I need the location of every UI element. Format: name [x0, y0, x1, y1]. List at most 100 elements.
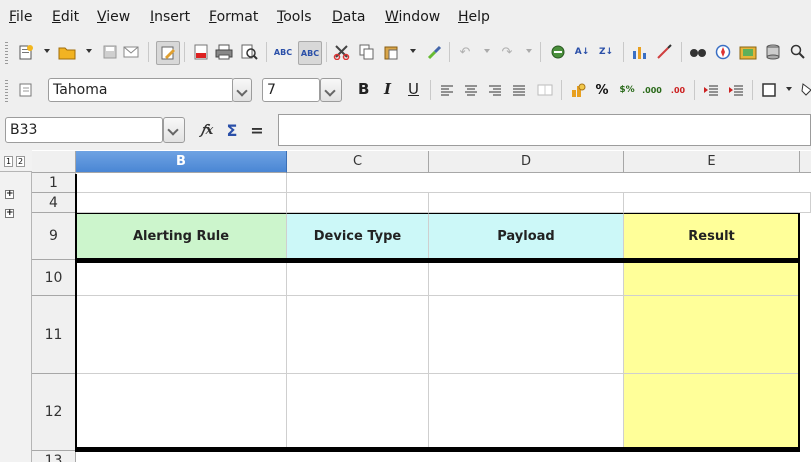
open-folder-icon[interactable] — [57, 42, 77, 62]
row-header-10[interactable]: 10 — [32, 260, 76, 296]
find-replace-icon[interactable] — [688, 42, 708, 62]
menu-view[interactable]: View — [97, 9, 130, 25]
add-decimal-place-icon[interactable]: .000 — [642, 80, 662, 100]
cell[interactable] — [429, 374, 624, 449]
italic-button[interactable]: I — [384, 80, 391, 98]
result-cell[interactable] — [624, 296, 800, 374]
font-name-dropdown-icon[interactable] — [232, 78, 252, 102]
save-icon[interactable] — [100, 42, 120, 62]
menu-tools[interactable]: Tools — [277, 9, 312, 25]
edit-mode-icon[interactable] — [156, 41, 180, 65]
toolbar-grip[interactable] — [5, 80, 8, 102]
function-equals-icon[interactable]: = — [247, 120, 267, 140]
cell[interactable] — [76, 173, 287, 193]
column-header-b[interactable]: B — [76, 151, 287, 173]
redo-dropdown-icon[interactable] — [526, 49, 532, 53]
sum-icon[interactable]: Σ — [222, 120, 242, 140]
styles-formatting-icon[interactable] — [16, 80, 36, 100]
outline-level-2-button[interactable]: 2 — [16, 156, 26, 167]
cell[interactable] — [429, 263, 624, 296]
cell[interactable] — [624, 193, 811, 213]
merge-cells-icon[interactable] — [535, 80, 555, 100]
decrease-indent-icon[interactable] — [701, 80, 721, 100]
row-header-9[interactable]: 9 — [32, 213, 76, 260]
expand-group-icon[interactable]: + — [5, 190, 14, 199]
print-icon[interactable] — [214, 42, 234, 62]
delete-decimal-place-icon[interactable]: .00 — [668, 80, 688, 100]
cell[interactable] — [287, 374, 429, 449]
undo-icon[interactable]: ↶ — [455, 42, 475, 62]
cell[interactable] — [287, 193, 429, 213]
cut-icon[interactable] — [332, 42, 352, 62]
menu-help[interactable]: Help — [458, 9, 490, 25]
menu-file[interactable]: File — [9, 9, 32, 25]
cell[interactable] — [76, 296, 287, 374]
undo-dropdown-icon[interactable] — [484, 49, 490, 53]
row-header-4[interactable]: 4 — [32, 193, 76, 213]
copy-icon[interactable] — [357, 42, 377, 62]
column-header-e[interactable]: E — [624, 151, 800, 173]
name-box-dropdown-icon[interactable] — [163, 117, 185, 143]
function-wizard-icon[interactable]: 𝑓x — [197, 120, 217, 140]
expand-group-icon[interactable]: + — [5, 209, 14, 218]
new-dropdown-icon[interactable] — [44, 49, 50, 53]
menu-data[interactable]: Data — [332, 9, 365, 25]
cell[interactable] — [287, 173, 811, 193]
autospellcheck-icon[interactable]: ABC — [298, 41, 322, 65]
result-cell[interactable] — [624, 374, 800, 449]
new-document-icon[interactable] — [16, 42, 36, 62]
row-header-11[interactable]: 11 — [32, 296, 76, 374]
borders-dropdown-icon[interactable] — [786, 87, 792, 91]
zoom-icon[interactable] — [788, 42, 808, 62]
background-color-icon[interactable] — [797, 80, 811, 100]
cell[interactable] — [76, 263, 287, 296]
draw-functions-icon[interactable] — [654, 42, 674, 62]
formula-input[interactable] — [278, 114, 811, 146]
column-header-c[interactable]: C — [287, 151, 429, 173]
export-pdf-icon[interactable] — [191, 42, 211, 62]
borders-icon[interactable] — [759, 80, 779, 100]
navigator-icon[interactable] — [713, 42, 733, 62]
menu-insert[interactable]: Insert — [150, 9, 190, 25]
gallery-icon[interactable] — [738, 42, 758, 62]
increase-indent-icon[interactable] — [726, 80, 746, 100]
row-header-1[interactable]: 1 — [32, 173, 76, 193]
sort-ascending-icon[interactable]: A↓ — [572, 42, 592, 62]
menu-window[interactable]: Window — [385, 9, 440, 25]
align-center-icon[interactable] — [461, 80, 481, 100]
header-cell-payload[interactable]: Payload — [429, 213, 624, 260]
spellcheck-icon[interactable]: ABC — [273, 42, 293, 62]
bold-button[interactable]: B — [358, 80, 369, 98]
align-right-icon[interactable] — [485, 80, 505, 100]
font-size-combo[interactable]: 7 — [262, 78, 320, 102]
align-left-icon[interactable] — [437, 80, 457, 100]
email-icon[interactable] — [122, 42, 142, 62]
chart-icon[interactable] — [630, 42, 650, 62]
number-format-percent-icon[interactable]: % — [592, 80, 612, 100]
justify-icon[interactable] — [509, 80, 529, 100]
cell[interactable] — [287, 263, 429, 296]
redo-icon[interactable]: ↷ — [497, 42, 517, 62]
menu-edit[interactable]: Edit — [52, 9, 79, 25]
number-format-currency-icon[interactable] — [568, 80, 588, 100]
cell[interactable] — [76, 193, 287, 213]
header-cell-result[interactable]: Result — [624, 213, 800, 260]
number-format-standard-icon[interactable]: $% — [617, 80, 637, 100]
toolbar-grip[interactable] — [5, 42, 8, 64]
paste-icon[interactable] — [381, 42, 401, 62]
cell[interactable] — [76, 374, 287, 449]
sort-descending-icon[interactable]: Z↓ — [596, 42, 616, 62]
datasources-icon[interactable] — [763, 42, 783, 62]
result-cell[interactable] — [624, 263, 800, 296]
header-cell-alerting-rule[interactable]: Alerting Rule — [76, 213, 287, 260]
cell[interactable] — [429, 193, 624, 213]
outline-level-1-button[interactable]: 1 — [4, 156, 14, 167]
column-header-d[interactable]: D — [429, 151, 624, 173]
name-box[interactable]: B33 — [5, 117, 163, 143]
hyperlink-icon[interactable] — [548, 42, 568, 62]
row-header-12[interactable]: 12 — [32, 374, 76, 451]
cell[interactable] — [287, 296, 429, 374]
open-dropdown-icon[interactable] — [86, 49, 92, 53]
select-all-corner[interactable] — [32, 151, 76, 173]
font-size-dropdown-icon[interactable] — [320, 78, 342, 102]
